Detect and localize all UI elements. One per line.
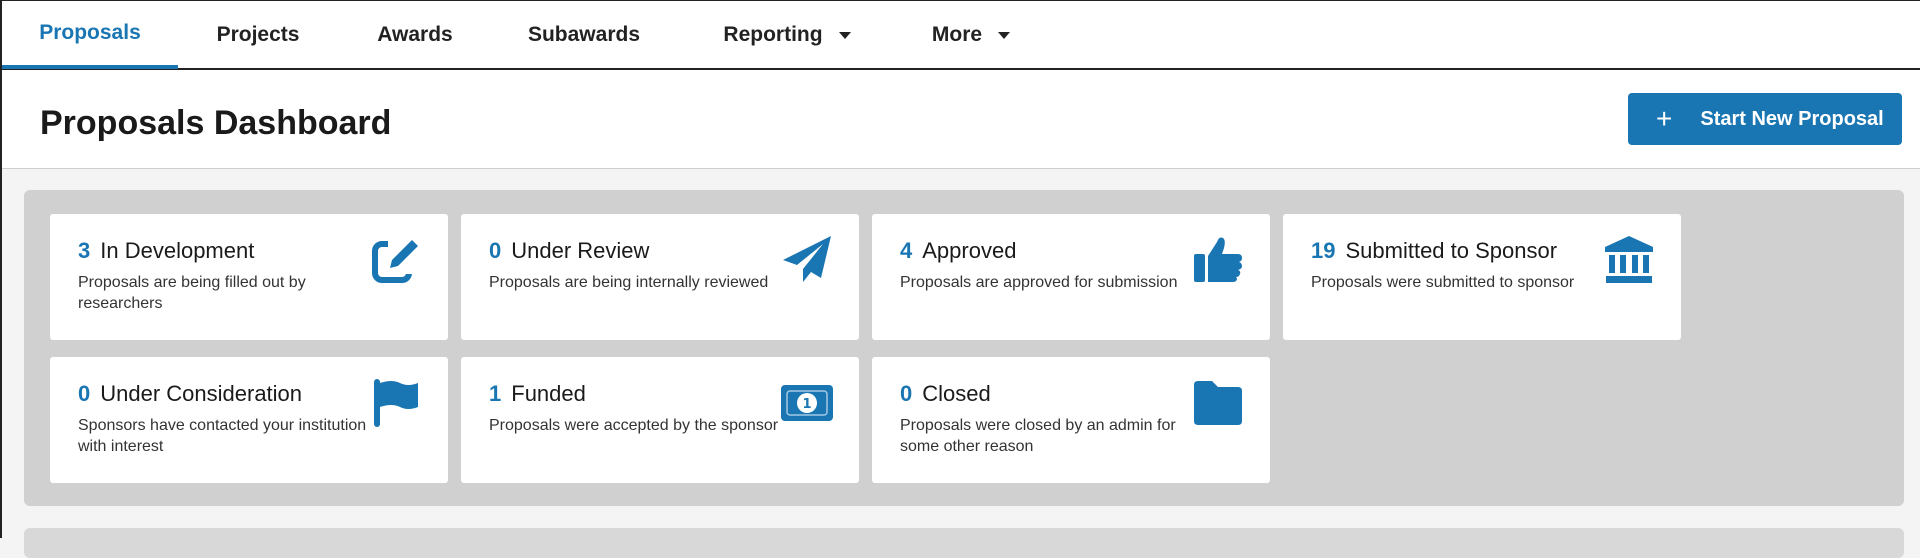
card-title: 1 Funded (489, 381, 586, 407)
money-icon: 1 (781, 377, 833, 429)
card-label: Under Consideration (100, 381, 303, 406)
button-label: Start New Proposal (1700, 107, 1884, 130)
tab-projects[interactable]: Projects (198, 1, 318, 69)
tab-label: Projects (216, 23, 300, 46)
status-card-under-review[interactable]: 0 Under Review Proposals are being intern… (461, 214, 859, 340)
card-description: Proposals were submitted to sponsor (1311, 274, 1575, 291)
card-label: Under Review (511, 238, 650, 263)
status-card-in-development[interactable]: 3 In Development Proposals are being fill… (50, 214, 448, 340)
card-description: Sponsors have contacted your institution… (78, 417, 367, 455)
chevron-down-icon (838, 31, 851, 39)
plus-icon: + (1656, 103, 1673, 134)
tab-reporting[interactable]: Reporting (702, 1, 872, 69)
thumbs-up-icon (1192, 234, 1244, 286)
card-count: 1 (489, 381, 502, 406)
card-description: Proposals are being filled out by resear… (78, 274, 306, 312)
status-card-under-consideration[interactable]: 0 Under Consideration Sponsors have conta… (50, 357, 448, 483)
card-count: 19 (1311, 238, 1336, 263)
tab-label: More (931, 23, 983, 46)
card-label: Approved (922, 238, 1017, 263)
chevron-down-icon (998, 31, 1011, 39)
card-title: 3 In Development (78, 238, 254, 264)
status-card-funded[interactable]: 1 Funded Proposals were accepted by the s… (461, 357, 859, 483)
card-description: Proposals are being internally reviewed (489, 274, 769, 291)
tab-label: Awards (377, 23, 453, 46)
card-title: 0 Under Consideration (78, 381, 302, 407)
tab-label: Reporting (723, 23, 823, 46)
card-description: Proposals are approved for submission (900, 274, 1178, 291)
bank-icon (1603, 234, 1655, 286)
folder-icon (1192, 377, 1244, 429)
tab-label: Proposals (39, 21, 141, 44)
page-title: Proposals Dashboard (40, 104, 392, 142)
status-card-closed[interactable]: 0 Closed Proposals were closed by an admi… (872, 357, 1270, 483)
card-count: 0 (78, 381, 91, 406)
card-label: Closed (922, 381, 991, 406)
card-title: 0 Closed (900, 381, 991, 407)
tab-awards[interactable]: Awards (360, 1, 470, 69)
tab-subawards[interactable]: Subawards (514, 1, 654, 69)
tab-more[interactable]: More (906, 1, 1036, 69)
status-card-approved[interactable]: 4 Approved Proposals are approved for sub… (872, 214, 1270, 340)
status-card-submitted-to-sponsor[interactable]: 19 Submitted to Sponsor Proposals were su… (1283, 214, 1681, 340)
secondary-panel (24, 528, 1904, 558)
card-label: In Development (100, 238, 255, 263)
card-title: 4 Approved (900, 238, 1016, 264)
card-count: 3 (78, 238, 91, 263)
edit-icon (370, 234, 422, 286)
start-new-proposal-button[interactable]: + Start New Proposal (1628, 93, 1902, 145)
tab-proposals[interactable]: Proposals (2, 1, 178, 69)
card-description: Proposals were closed by an admin for so… (900, 417, 1176, 455)
svg-text:1: 1 (802, 397, 811, 412)
card-description: Proposals were accepted by the sponsor (489, 417, 779, 434)
card-count: 4 (900, 238, 913, 263)
paper-plane-icon (781, 234, 833, 286)
status-cards-panel: 3 In Development Proposals are being fill… (24, 190, 1904, 506)
card-label: Funded (511, 381, 586, 406)
card-count: 0 (489, 238, 502, 263)
page-header: Proposals Dashboard + Start New Proposal (2, 70, 1920, 169)
card-title: 0 Under Review (489, 238, 649, 264)
tab-label: Subawards (527, 23, 641, 46)
flag-icon (370, 377, 422, 429)
card-count: 0 (900, 381, 913, 406)
top-navigation: Proposals Projects Awards Subawards Repo… (2, 0, 1920, 70)
card-title: 19 Submitted to Sponsor (1311, 238, 1557, 264)
card-label: Submitted to Sponsor (1345, 238, 1558, 263)
